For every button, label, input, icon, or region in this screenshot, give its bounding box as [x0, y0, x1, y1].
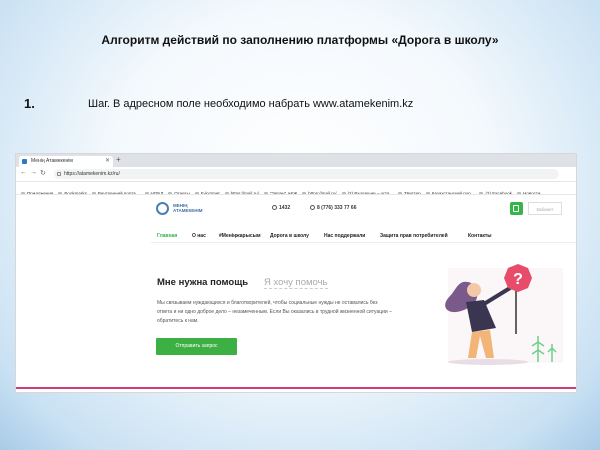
- send-request-button[interactable]: Отправить запрос: [156, 338, 237, 355]
- favicon-icon: [22, 159, 27, 164]
- step-text: Шаг. В адресном поле необходимо набрать …: [88, 98, 414, 110]
- login-button[interactable]: Кабинет: [528, 202, 562, 215]
- shadow: [448, 359, 528, 365]
- forward-icon[interactable]: →: [30, 169, 37, 176]
- back-icon[interactable]: ←: [20, 169, 27, 176]
- nav-contacts[interactable]: Контакты: [468, 230, 492, 242]
- address-bar-row: ← → ↻ https://atamekenim.kz/ru/: [16, 167, 576, 182]
- head: [467, 283, 481, 297]
- nav-about[interactable]: О нас: [192, 230, 206, 242]
- hero-description: Мы связываем нуждающихся и благотворител…: [157, 300, 392, 324]
- nav-supporters[interactable]: Нас поддержали: [324, 230, 365, 242]
- whatsapp-icon: [310, 205, 315, 211]
- lock-icon: [57, 172, 61, 176]
- close-tab-icon[interactable]: ✕: [105, 156, 110, 167]
- cabinet-icon[interactable]: [510, 202, 523, 215]
- reload-icon[interactable]: ↻: [40, 169, 46, 177]
- nav-road-to-school[interactable]: Дорога в школу: [270, 230, 309, 242]
- nav-competition[interactable]: #Меніңжарысым: [219, 230, 261, 242]
- browser-tab[interactable]: Менің Атамекенім ✕: [19, 156, 113, 167]
- nav-home[interactable]: Главная: [157, 230, 177, 242]
- address-bar[interactable]: https://atamekenim.kz/ru/: [54, 169, 559, 179]
- logo-icon[interactable]: [156, 202, 169, 215]
- site-logo[interactable]: МЕНІҢ АТАМЕКЕНІМ: [173, 203, 203, 213]
- nav-divider: [151, 242, 576, 243]
- tab-bar: Менің Атамекенім ✕ +: [16, 154, 576, 167]
- site-nav: Главная О нас #Меніңжарысым Дорога в шко…: [16, 230, 576, 242]
- short-phone[interactable]: 1432: [272, 205, 290, 211]
- url-text: https://atamekenim.kz/ru/: [64, 171, 120, 177]
- step-number: 1.: [24, 96, 35, 111]
- help-illustration: ?: [445, 264, 563, 365]
- whatsapp-phone[interactable]: 8 (776) 333 77 66: [310, 205, 356, 211]
- hero-title[interactable]: Мне нужна помощь: [157, 277, 248, 288]
- taskbar-strip: [16, 387, 576, 389]
- browser-screenshot: Менің Атамекенім ✕ + ← → ↻ https://atame…: [15, 153, 577, 393]
- slide-title: Алгоритм действий по заполнению платформ…: [101, 33, 499, 47]
- nav-consumer-rights[interactable]: Защита прав потребителей: [380, 230, 448, 242]
- new-tab-button[interactable]: +: [116, 155, 121, 164]
- tab-title: Менің Атамекенім: [31, 158, 73, 164]
- hero-alt-tab[interactable]: Я хочу помочь: [264, 277, 328, 289]
- question-icon: ?: [513, 271, 523, 288]
- site-header: МЕНІҢ АТАМЕКЕНІМ 1432 8 (776) 333 77 66 …: [16, 194, 576, 226]
- phone-icon: [272, 205, 277, 211]
